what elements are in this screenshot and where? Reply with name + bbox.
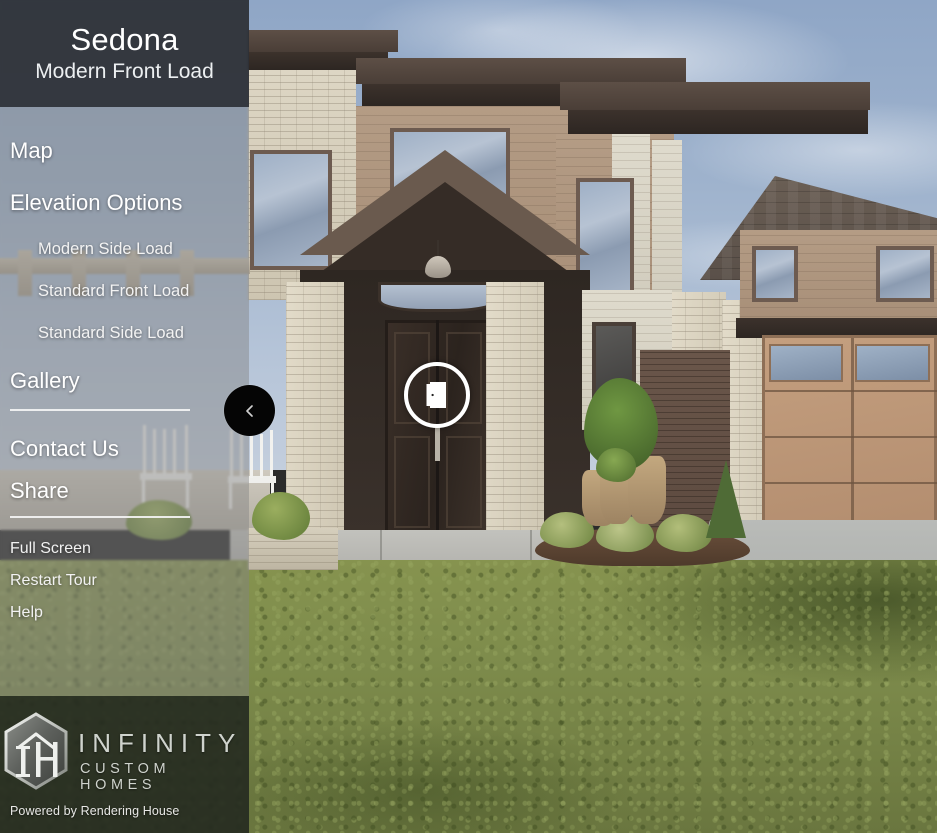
garage-window-pane (855, 344, 930, 382)
front-door-hotspot[interactable] (404, 362, 470, 428)
menu-divider-two (10, 516, 190, 518)
sidebar-item-elevation-options[interactable]: Elevation Options (0, 192, 182, 214)
sidebar-item-help[interactable]: Help (0, 605, 43, 621)
powered-by-label: Powered by Rendering House (10, 804, 180, 818)
sidebar-item-gallery[interactable]: Gallery (0, 370, 80, 392)
right-roof-band (560, 82, 870, 110)
chevron-left-icon (245, 404, 253, 417)
sidebar-item-share[interactable]: Share (0, 480, 69, 502)
sidebar-subitem-modern-side-load[interactable]: Modern Side Load (0, 241, 173, 258)
garage-upper-window-left (752, 246, 798, 302)
sidebar-item-map[interactable]: Map (0, 140, 53, 162)
potted-plant-foliage-small (596, 448, 636, 482)
right-roof-soffit (568, 110, 868, 134)
infinity-hexagon-logo-icon (4, 712, 68, 790)
front-door-panel (446, 436, 482, 528)
garage-upper-window-right (876, 246, 934, 302)
page-subtitle: Modern Front Load (35, 59, 214, 83)
sidebar-footer: INFINITY CUSTOM HOMES Powered by Renderi… (0, 696, 249, 833)
tour-titlebar: Sedona Modern Front Load (0, 0, 249, 107)
door-transom-window (378, 282, 498, 312)
collapse-sidebar-button[interactable] (224, 385, 275, 436)
shrub (656, 514, 712, 552)
door-icon (426, 382, 446, 408)
page-title: Sedona (70, 22, 179, 58)
upper-left-roof-band (248, 30, 398, 52)
tour-viewer: Sedona Modern Front Load Map Elevation O… (0, 0, 937, 833)
menu-divider-one (10, 409, 190, 411)
conifer-shrub (706, 460, 746, 538)
front-door-panel (394, 436, 430, 528)
shrub (252, 492, 310, 540)
garage-window-pane (769, 344, 843, 382)
porch-column-center (486, 282, 544, 567)
sidebar-item-restart-tour[interactable]: Restart Tour (0, 573, 97, 589)
brand-tagline: CUSTOM HOMES (80, 761, 171, 793)
sidebar-subitem-standard-front-load[interactable]: Standard Front Load (0, 283, 189, 300)
sidebar-overlay: Sedona Modern Front Load Map Elevation O… (0, 0, 249, 833)
door-handle (435, 425, 440, 461)
brand-name: INFINITY (78, 728, 243, 758)
brand-logo[interactable]: INFINITY CUSTOM HOMES (0, 710, 249, 796)
sidebar-subitem-standard-side-load[interactable]: Standard Side Load (0, 325, 184, 342)
sidebar-item-full-screen[interactable]: Full Screen (0, 541, 91, 557)
center-roof-band (356, 58, 686, 84)
sidebar-item-contact-us[interactable]: Contact Us (0, 438, 119, 460)
